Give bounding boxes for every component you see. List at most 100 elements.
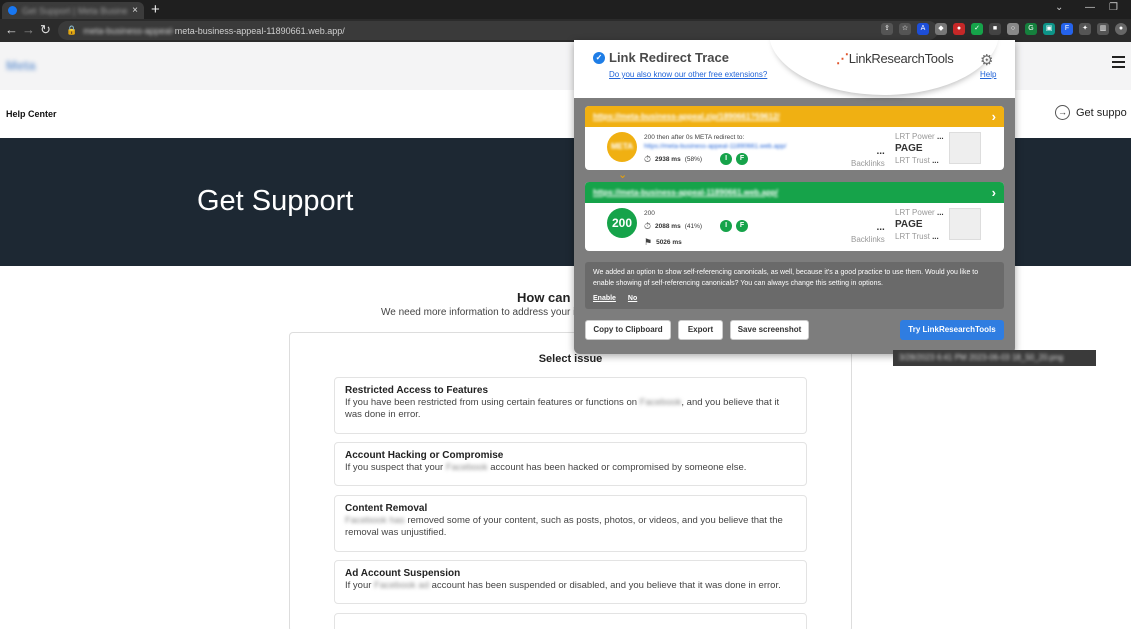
minimize-icon[interactable]: — — [1085, 2, 1095, 13]
notice-links: Enable No — [593, 293, 996, 304]
extension-icon[interactable]: G — [1025, 23, 1037, 35]
new-tab-button[interactable]: + — [151, 1, 160, 18]
help-link[interactable]: Help — [980, 70, 996, 79]
gear-icon[interactable]: ⚙ — [980, 51, 993, 69]
hamburger-menu-icon[interactable] — [1112, 56, 1125, 68]
tab-close-icon[interactable]: × — [132, 5, 138, 16]
lrt-power-label: LRT Power — [895, 208, 935, 217]
browser-address-bar: ← → ↻ 🔒 meta-business-appeal-meta-busine… — [0, 19, 1131, 42]
no-link[interactable]: No — [628, 295, 637, 302]
sidebar-icon[interactable]: ▥ — [1097, 23, 1109, 35]
popup-title: ✓ Link Redirect Trace — [593, 50, 729, 65]
issue-option[interactable]: Ad Account Suspension If your Facebook a… — [334, 560, 807, 604]
star-icon[interactable]: ☆ — [899, 23, 911, 35]
backlinks-metric: ... Backlinks — [851, 222, 885, 246]
extension-toolbar: ⇪ ☆ A ◆ ● ✓ ■ ○ G ▣ F ✦ ▥ ● — [881, 23, 1127, 35]
lrt-power-value: ... — [936, 132, 944, 141]
help-center-link[interactable]: Help Center — [6, 109, 57, 119]
page-thumbnail — [949, 132, 981, 164]
meta-logo[interactable]: Meta — [6, 58, 36, 73]
url-input[interactable]: 🔒 meta-business-appeal-meta-business-app… — [58, 21, 938, 40]
extension-icon[interactable]: ○ — [1007, 23, 1019, 35]
hop-url-bar[interactable]: https://meta-business-appeal.zip/1890661… — [585, 106, 1004, 127]
lrt-logo-mark-icon: ⋰ — [836, 51, 849, 66]
lrt-extension-icon[interactable]: ✓ — [971, 23, 983, 35]
f-badge-icon[interactable]: F — [736, 153, 749, 165]
lrt-metrics: LRT Power ... PAGE LRT Trust ... — [895, 207, 944, 243]
other-extensions-link[interactable]: Do you also know our other free extensio… — [609, 70, 767, 79]
share-icon[interactable]: ⇪ — [881, 23, 893, 35]
stopwatch-icon: ⏱ — [644, 220, 652, 231]
page-title: Get Support — [197, 185, 354, 217]
issue-desc-blur: Facebook — [639, 397, 682, 408]
forward-arrow-icon[interactable]: → — [22, 22, 35, 38]
browser-tab[interactable]: Get Support | Meta Business Help Centre … — [2, 2, 144, 19]
lrt-power-value: ... — [936, 208, 944, 217]
url-text: meta-business-appeal-meta-business-appea… — [83, 26, 345, 36]
meta-favicon-icon — [8, 6, 17, 15]
profile-avatar-icon[interactable]: ● — [1115, 23, 1127, 35]
info-badge-icon[interactable]: I — [720, 220, 733, 232]
issue-option[interactable] — [334, 613, 807, 629]
extension-icon[interactable]: ● — [953, 23, 965, 35]
extension-icon[interactable]: ▣ — [1043, 23, 1055, 35]
hop-timing: ⏱ 2088 ms (41%) I F — [644, 220, 749, 232]
lrt-logo-text: LinkResearchTools — [848, 51, 954, 66]
save-screenshot-button[interactable]: Save screenshot — [730, 320, 809, 340]
chevron-down-icon[interactable]: ⌄ — [1055, 2, 1063, 13]
f-badge-icon[interactable]: F — [736, 220, 749, 232]
hop-time: 2088 ms — [655, 222, 681, 230]
info-badge-icon[interactable]: I — [720, 153, 733, 165]
issue-desc-a: If you suspect that your — [345, 462, 444, 473]
total-time: 5026 ms — [656, 239, 682, 246]
status-code: META — [610, 142, 634, 151]
page-thumbnail — [949, 208, 981, 240]
hop-target-link[interactable]: https://meta-business-appeal-11890661.we… — [644, 143, 786, 150]
lrt-trust-row: LRT Trust ... — [895, 231, 944, 243]
select-issue-heading: Select issue — [538, 353, 603, 365]
browser-tab-bar: Get Support | Meta Business Help Centre … — [0, 0, 1131, 19]
status-circle: META — [607, 132, 637, 162]
issue-title: Restricted Access to Features — [345, 385, 489, 396]
flag-icon: ⚑ — [644, 237, 653, 247]
puzzle-icon[interactable]: ✦ — [1079, 23, 1091, 35]
issue-desc-blur: Facebook has — [345, 515, 405, 526]
chevron-down-icon: ⌄ — [618, 169, 628, 181]
try-linkresearchtools-button[interactable]: Try LinkResearchTools — [900, 320, 1004, 340]
back-arrow-icon[interactable]: ← — [5, 22, 18, 38]
restore-icon[interactable]: ❐ — [1109, 2, 1118, 13]
hop-pct: (41%) — [684, 222, 703, 230]
issue-option[interactable]: Content Removal Facebook has removed som… — [334, 495, 807, 552]
total-timing: ⚑ 5026 ms — [644, 237, 682, 248]
amd-extension-icon[interactable]: A — [917, 23, 929, 35]
issue-desc: Facebook has removed some of your conten… — [345, 515, 796, 539]
backlinks-value: ... — [876, 146, 885, 157]
lrt-metrics: LRT Power ... PAGE LRT Trust ... — [895, 131, 944, 167]
get-support-label: Get suppo — [1076, 106, 1127, 119]
issue-desc: If you suspect that your Facebook accoun… — [345, 462, 796, 474]
issue-title: Ad Account Suspension — [345, 568, 461, 579]
hop-time: 2938 ms — [655, 155, 681, 163]
reload-icon[interactable]: ↻ — [40, 22, 51, 38]
issue-option[interactable]: Restricted Access to Features If you hav… — [334, 377, 807, 434]
url-prefix: meta-business-appeal- — [83, 25, 175, 36]
arrow-right-icon: → — [1055, 105, 1070, 120]
hop-url-bar[interactable]: https://meta-business-appeal-11890661.we… — [585, 182, 1004, 203]
lrt-trust-label: LRT Trust — [895, 232, 930, 241]
issue-option[interactable]: Account Hacking or Compromise If you sus… — [334, 442, 807, 486]
issue-desc: If you have been restricted from using c… — [345, 397, 796, 421]
extension-icon[interactable]: ■ — [989, 23, 1001, 35]
issue-desc-b: removed some of your content, such as po… — [345, 515, 783, 538]
notice-text: We added an option to show self-referenc… — [593, 269, 979, 287]
get-support-link[interactable]: → Get suppo — [1055, 105, 1127, 120]
checkmark-icon: ✓ — [593, 51, 605, 64]
extension-icon[interactable]: F — [1061, 23, 1073, 35]
export-button[interactable]: Export — [678, 320, 723, 340]
copy-to-clipboard-button[interactable]: Copy to Clipboard — [585, 320, 671, 340]
enable-link[interactable]: Enable — [593, 295, 616, 302]
extension-icon[interactable]: ◆ — [935, 23, 947, 35]
hop-timing: ⏱ 2938 ms (58%) I F — [644, 153, 749, 165]
url-main: meta-business-appeal-11890661.web.app/ — [174, 25, 345, 36]
lrt-power-row: LRT Power ... — [895, 207, 944, 219]
lrt-logo[interactable]: ⋰LinkResearchTools — [836, 51, 954, 67]
